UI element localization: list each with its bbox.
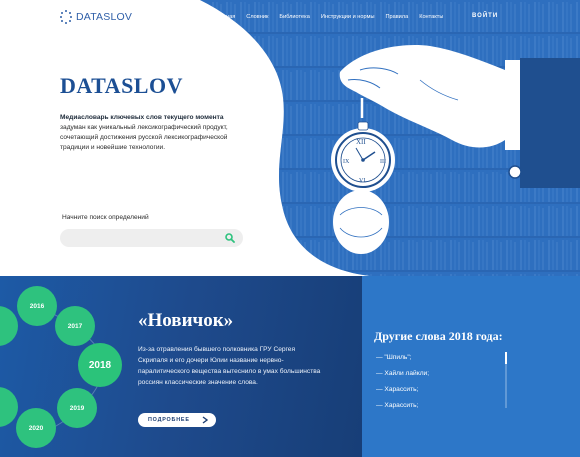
hero-description: Медиасловарь ключевых слов текущего моме… (60, 113, 230, 153)
other-words-list: — "Шпиль"; — Хайли лайкли; — Харассить; … (376, 352, 429, 416)
svg-text:VI: VI (359, 178, 365, 184)
search-label: Начните поиск определений (62, 214, 149, 221)
more-button[interactable]: ПОДРОБНЕЕ (138, 413, 216, 427)
hero-title: DATASLOV (60, 73, 183, 98)
other-words-scrollbar-thumb[interactable] (505, 352, 507, 364)
more-button-label: ПОДРОБНЕЕ (148, 417, 190, 423)
year-2020[interactable]: 2020 (16, 408, 56, 448)
other-word-item[interactable]: — "Шпиль"; (376, 352, 429, 368)
search-input[interactable] (68, 232, 218, 244)
main-menu: Главная Словник Библиотека Инструкции и … (214, 14, 454, 20)
word-title: «Новичок» (138, 310, 234, 331)
search-box[interactable] (60, 229, 243, 247)
nav-item-instructions[interactable]: Инструкции и нормы (321, 14, 375, 20)
search-icon[interactable] (225, 233, 235, 243)
nav-item-home[interactable]: Главная (214, 14, 235, 20)
year-2019[interactable]: 2019 (57, 388, 97, 428)
login-button[interactable]: ВОЙТИ (472, 13, 498, 19)
nav-item-dictionary[interactable]: Словник (246, 14, 268, 20)
year-2016[interactable]: 2016 (17, 286, 57, 326)
svg-text:III: III (380, 159, 386, 165)
other-word-item[interactable]: — Харассить; (376, 400, 429, 416)
top-nav: DATASLOV Главная Словник Библиотека Инст… (0, 0, 580, 34)
nav-item-rules[interactable]: Правила (385, 14, 408, 20)
year-2017[interactable]: 2017 (55, 306, 95, 346)
chevron-right-icon (202, 416, 208, 424)
logo-text: DATASLOV (76, 11, 133, 23)
other-word-item[interactable]: — Харассить; (376, 384, 429, 400)
logo-mark-icon (60, 10, 72, 24)
svg-text:XII: XII (356, 138, 366, 146)
word-description: Из-за отравления бывшего полковника ГРУ … (138, 346, 321, 386)
nav-item-contacts[interactable]: Контакты (419, 14, 443, 20)
hero-description-bold: Медиасловарь ключевых слов текущего моме… (60, 114, 224, 121)
logo[interactable]: DATASLOV (59, 8, 132, 26)
year-2018-selected[interactable]: 2018 (78, 343, 122, 387)
hero-section: XII III VI IX DATASLOV Главная Словник Б… (0, 0, 580, 276)
page: XII III VI IX DATASLOV Главная Словник Б… (0, 0, 580, 457)
nav-item-library[interactable]: Библиотека (279, 14, 309, 20)
other-words-title: Другие слова 2018 года: (374, 329, 503, 343)
hero-description-text: задуман как уникальный лексикографически… (60, 124, 228, 151)
other-word-item[interactable]: — Хайли лайкли; (376, 368, 429, 384)
svg-text:IX: IX (343, 159, 350, 165)
